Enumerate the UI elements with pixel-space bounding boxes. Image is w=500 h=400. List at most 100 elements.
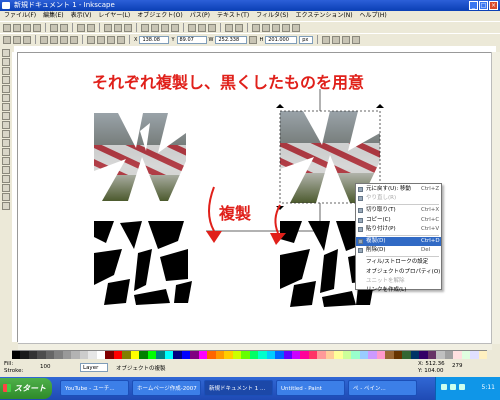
taskbar-item[interactable]: ぺ - ペイン... — [348, 380, 417, 396]
palette-swatch[interactable] — [241, 351, 250, 359]
palette-swatch[interactable] — [130, 351, 140, 359]
palette-swatch[interactable] — [478, 351, 488, 359]
palette-swatch[interactable] — [291, 351, 301, 359]
zoom-drawing-icon[interactable] — [151, 23, 159, 32]
ctx-delete[interactable]: 削除(D) Del — [356, 246, 441, 255]
palette-swatch[interactable] — [215, 351, 225, 359]
ctx-cut[interactable]: 切り取り(T) Ctrl+X — [356, 206, 441, 215]
align-icon[interactable] — [282, 23, 290, 32]
zoom-width-icon[interactable] — [171, 23, 179, 32]
palette-swatch[interactable] — [96, 351, 106, 359]
new-icon[interactable] — [3, 23, 11, 32]
palette-swatch[interactable] — [444, 351, 454, 359]
open-icon[interactable] — [13, 23, 21, 32]
ctx-redo[interactable]: やり直し(R) — [356, 194, 441, 203]
lower-bottom-icon[interactable] — [117, 35, 125, 44]
palette-swatch[interactable] — [190, 351, 199, 359]
palette-swatch[interactable] — [224, 351, 233, 359]
maximize-button[interactable]: □ — [479, 1, 488, 10]
height-input[interactable]: 201.000 — [265, 35, 298, 44]
zoom-value[interactable]: 279 — [452, 363, 463, 369]
undo-icon[interactable] — [77, 23, 85, 32]
y-input[interactable]: 89.07 — [176, 35, 207, 44]
spray-tool-icon[interactable] — [2, 166, 10, 174]
redo-icon[interactable] — [87, 23, 95, 32]
menu-path[interactable]: パス(P) — [190, 11, 210, 21]
palette-swatch[interactable] — [54, 351, 63, 359]
tray-icon[interactable] — [441, 384, 447, 390]
tray-icon[interactable] — [459, 384, 465, 390]
clone-icon[interactable] — [198, 23, 206, 32]
horizontal-scrollbar[interactable] — [18, 343, 492, 350]
palette-swatch[interactable] — [308, 351, 318, 359]
palette-swatch[interactable] — [342, 351, 352, 359]
menu-layer[interactable]: レイヤー(L) — [98, 11, 130, 21]
close-button[interactable]: × — [489, 1, 498, 10]
palette-swatch[interactable] — [122, 351, 131, 359]
export-icon[interactable] — [60, 23, 68, 32]
palette-swatch[interactable] — [258, 351, 267, 359]
selector-tool-icon[interactable] — [2, 49, 10, 57]
text-tool-icon[interactable] — [2, 157, 10, 165]
ctx-duplicate[interactable]: 複製(D) Ctrl+D — [356, 236, 441, 247]
horizontal-ruler[interactable] — [14, 46, 496, 53]
lock-icon[interactable] — [249, 35, 258, 44]
tray-icon[interactable] — [450, 384, 456, 390]
cut-icon[interactable] — [114, 23, 122, 32]
palette-swatch[interactable] — [232, 351, 242, 359]
raise-icon[interactable] — [97, 35, 105, 44]
palette-swatch[interactable] — [266, 351, 276, 359]
select-all-layers-icon[interactable] — [13, 35, 21, 44]
palette-swatch[interactable] — [385, 351, 394, 359]
pencil-tool-icon[interactable] — [2, 130, 10, 138]
palette-swatch[interactable] — [105, 351, 114, 359]
calligraphy-tool-icon[interactable] — [2, 148, 10, 156]
ctx-undo[interactable]: 元に戻す(U): 移動 Ctrl+Z — [356, 185, 441, 194]
connector-tool-icon[interactable] — [2, 184, 10, 192]
ctx-release-link[interactable]: ユニットを解除 — [356, 277, 441, 286]
ungroup-icon[interactable] — [235, 23, 243, 32]
vertical-scrollbar[interactable] — [491, 52, 500, 344]
palette-swatch[interactable] — [113, 351, 123, 359]
palette-swatch[interactable] — [419, 351, 428, 359]
zoom-tool-icon[interactable] — [2, 76, 10, 84]
import-icon[interactable] — [50, 23, 58, 32]
palette-swatch[interactable] — [139, 351, 148, 359]
palette-swatch[interactable] — [79, 351, 89, 359]
deselect-icon[interactable] — [23, 35, 31, 44]
palette-swatch[interactable] — [410, 351, 420, 359]
duplicate-icon[interactable] — [188, 23, 196, 32]
zoom-selection-icon[interactable] — [141, 23, 149, 32]
save-icon[interactable] — [23, 23, 31, 32]
lower-icon[interactable] — [107, 35, 115, 44]
ctx-create-link[interactable]: リンクを作成(L) — [356, 286, 441, 295]
palette-swatch[interactable] — [181, 351, 191, 359]
taskbar-item[interactable]: ホームページ作成-2007 — [132, 380, 201, 396]
palette-swatch[interactable] — [12, 351, 21, 359]
rotate-ccw-icon[interactable] — [40, 35, 48, 44]
menu-object[interactable]: オブジェクト(O) — [137, 11, 182, 21]
palette-swatch[interactable] — [376, 351, 386, 359]
palette-swatch[interactable] — [470, 351, 479, 359]
gradient-tool-icon[interactable] — [2, 175, 10, 183]
ctx-object-properties[interactable]: オブジェクトのプロパティ(O) — [356, 268, 441, 277]
palette-swatch[interactable] — [427, 351, 437, 359]
spiral-tool-icon[interactable] — [2, 121, 10, 129]
star-tool-icon[interactable] — [2, 112, 10, 120]
palette-swatch[interactable] — [436, 351, 445, 359]
palette-swatch[interactable] — [283, 351, 292, 359]
scale-stroke-icon[interactable] — [322, 35, 331, 44]
move-patterns-icon[interactable] — [352, 35, 361, 44]
palette-swatch[interactable] — [198, 351, 208, 359]
print-icon[interactable] — [33, 23, 41, 32]
palette-swatch[interactable] — [147, 351, 157, 359]
rect-tool-icon[interactable] — [2, 85, 10, 93]
ellipse-tool-icon[interactable] — [2, 103, 10, 111]
palette-swatch[interactable] — [393, 351, 403, 359]
palette-swatch[interactable] — [249, 351, 259, 359]
width-input[interactable]: 252.338 — [215, 35, 248, 44]
palette-swatch[interactable] — [300, 351, 309, 359]
palette-swatch[interactable] — [62, 351, 72, 359]
text-font-icon[interactable] — [262, 23, 270, 32]
unit-select[interactable]: px — [299, 35, 314, 44]
